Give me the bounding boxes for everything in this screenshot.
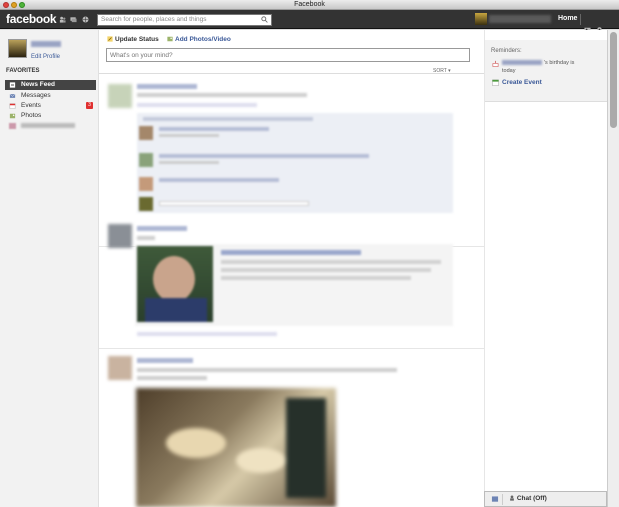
chat-bar[interactable]: Chat (Off) — [484, 491, 607, 507]
window-title: Facebook — [294, 1, 325, 8]
story-author-blurred[interactable] — [137, 84, 197, 89]
add-photos-label: Add Photos/Video — [175, 36, 231, 43]
feed-story — [99, 352, 484, 507]
favorites-heading: FAVORITES — [6, 68, 40, 74]
window-titlebar: Facebook — [0, 0, 619, 10]
story-text-blurred — [137, 368, 397, 372]
comments-section-blurred — [137, 113, 453, 213]
nav-divider — [580, 14, 581, 25]
sidebar-item-label: Photos — [21, 112, 42, 119]
shared-photo-blurred[interactable] — [136, 388, 336, 507]
calendar-icon — [492, 79, 499, 86]
events-count-badge: 3 — [86, 102, 93, 109]
minimize-window-button[interactable] — [11, 2, 17, 8]
user-name-blurred[interactable] — [489, 15, 551, 23]
feed-story — [99, 78, 484, 247]
right-column: Reminders: 's birthday is today Create E… — [484, 30, 608, 507]
story-text-blurred — [137, 93, 307, 97]
news-feed: Update Status Add Photos/Video SORT ▾ — [99, 30, 484, 507]
profile-picture[interactable] — [8, 39, 27, 58]
events-icon — [9, 103, 16, 109]
story-text-blurred — [137, 376, 207, 380]
reminders-heading: Reminders: — [491, 48, 522, 54]
chat-label-text: Chat (Off) — [516, 495, 547, 502]
story-meta-blurred — [137, 103, 257, 107]
chat-options-button[interactable] — [487, 494, 503, 505]
story-avatar[interactable] — [108, 84, 132, 108]
page-content: Edit Profile FAVORITES News Feed Message… — [0, 30, 608, 507]
edit-profile-link[interactable]: Edit Profile — [31, 54, 60, 60]
left-sidebar: Edit Profile FAVORITES News Feed Message… — [0, 30, 99, 507]
sidebar-item-blurred[interactable] — [5, 121, 96, 131]
birthday-person-blurred[interactable] — [502, 60, 542, 65]
notifications-globe-icon[interactable] — [82, 16, 89, 23]
facebook-logo[interactable]: facebook — [6, 12, 57, 26]
reminders-panel: Reminders: 's birthday is today Create E… — [485, 40, 608, 102]
story-author-blurred[interactable] — [137, 226, 187, 231]
sidebar-item-news-feed[interactable]: News Feed — [5, 80, 96, 90]
friend-requests-icon[interactable] — [59, 16, 66, 23]
feed-story — [99, 220, 484, 350]
chat-status-label[interactable]: Chat (Off) — [509, 495, 547, 502]
sidebar-item-photos[interactable]: Photos — [5, 111, 96, 121]
search-placeholder: Search for people, places and things — [101, 16, 207, 23]
sidebar-item-blurred-label — [21, 122, 75, 128]
birthday-cake-icon — [492, 60, 499, 67]
sidebar-item-events[interactable]: Events 3 — [5, 101, 96, 111]
chat-person-icon — [510, 495, 514, 501]
update-status-label: Update Status — [115, 36, 159, 43]
close-window-button[interactable] — [3, 2, 9, 8]
update-status-tab[interactable]: Update Status — [107, 36, 159, 43]
shared-link-preview-blurred[interactable] — [135, 244, 453, 326]
add-photos-video-tab[interactable]: Add Photos/Video — [167, 36, 231, 43]
sidebar-item-label: News Feed — [21, 81, 55, 88]
story-divider — [99, 348, 484, 349]
scrollbar-thumb[interactable] — [610, 32, 617, 128]
chat-options-icon — [491, 496, 499, 502]
search-input[interactable]: Search for people, places and things — [97, 14, 272, 26]
home-link[interactable]: Home — [558, 15, 577, 22]
sidebar-item-messages[interactable]: Messages — [5, 91, 96, 101]
top-navigation-bar: facebook Search for people, places and t… — [0, 10, 619, 32]
vertical-scrollbar[interactable] — [607, 30, 619, 507]
status-input[interactable] — [106, 48, 470, 62]
create-event-link[interactable]: Create Event — [502, 79, 542, 86]
messages-icon[interactable] — [70, 16, 77, 23]
app-icon — [9, 123, 16, 129]
story-avatar[interactable] — [108, 224, 132, 248]
birthday-today: today — [502, 68, 516, 74]
story-avatar[interactable] — [108, 356, 132, 380]
news-feed-icon — [9, 82, 16, 88]
feed-divider — [99, 73, 484, 74]
pencil-icon — [107, 36, 113, 42]
maximize-window-button[interactable] — [19, 2, 25, 8]
story-author-blurred[interactable] — [137, 358, 193, 363]
messages-icon — [9, 93, 16, 98]
story-text-blurred — [137, 236, 155, 240]
birthday-text: 's birthday is — [544, 60, 575, 66]
photos-icon — [9, 113, 16, 119]
profile-name-blurred[interactable] — [31, 41, 61, 47]
sidebar-item-label: Messages — [21, 92, 51, 99]
search-icon[interactable] — [261, 16, 268, 23]
photo-video-icon — [167, 36, 173, 42]
user-avatar[interactable] — [475, 13, 487, 25]
story-meta-blurred — [137, 332, 277, 336]
sidebar-item-label: Events — [21, 102, 41, 109]
